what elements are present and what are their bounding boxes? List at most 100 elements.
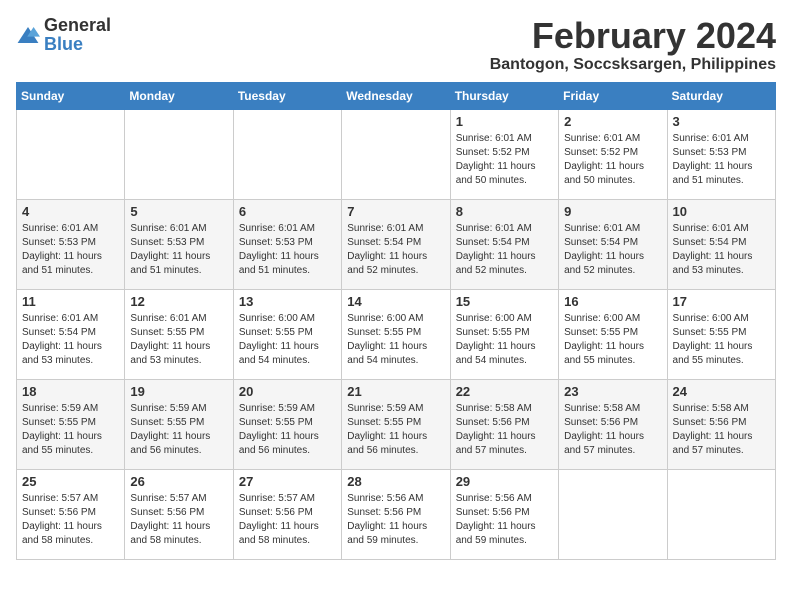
col-saturday: Saturday	[667, 82, 775, 109]
day-info: Sunrise: 6:01 AMSunset: 5:53 PMDaylight:…	[239, 223, 319, 276]
day-number: 17	[673, 294, 770, 309]
col-thursday: Thursday	[450, 82, 558, 109]
day-info: Sunrise: 6:01 AMSunset: 5:54 PMDaylight:…	[22, 313, 102, 366]
table-row: 26 Sunrise: 5:57 AMSunset: 5:56 PMDaylig…	[125, 469, 233, 559]
table-row: 17 Sunrise: 6:00 AMSunset: 5:55 PMDaylig…	[667, 289, 775, 379]
table-row: 14 Sunrise: 6:00 AMSunset: 5:55 PMDaylig…	[342, 289, 450, 379]
day-info: Sunrise: 6:01 AMSunset: 5:54 PMDaylight:…	[564, 223, 644, 276]
day-number: 2	[564, 114, 661, 129]
table-row	[17, 109, 125, 199]
day-info: Sunrise: 5:57 AMSunset: 5:56 PMDaylight:…	[130, 493, 210, 546]
table-row	[342, 109, 450, 199]
day-number: 8	[456, 204, 553, 219]
table-row: 4 Sunrise: 6:01 AMSunset: 5:53 PMDayligh…	[17, 199, 125, 289]
header: General Blue February 2024 Bantogon, Soc…	[16, 16, 776, 74]
day-number: 15	[456, 294, 553, 309]
day-info: Sunrise: 5:59 AMSunset: 5:55 PMDaylight:…	[130, 403, 210, 456]
table-row: 22 Sunrise: 5:58 AMSunset: 5:56 PMDaylig…	[450, 379, 558, 469]
day-info: Sunrise: 6:01 AMSunset: 5:53 PMDaylight:…	[673, 133, 753, 186]
day-info: Sunrise: 6:01 AMSunset: 5:54 PMDaylight:…	[673, 223, 753, 276]
table-row	[233, 109, 341, 199]
calendar-week-0: 1 Sunrise: 6:01 AMSunset: 5:52 PMDayligh…	[17, 109, 776, 199]
day-number: 16	[564, 294, 661, 309]
day-info: Sunrise: 6:01 AMSunset: 5:53 PMDaylight:…	[22, 223, 102, 276]
col-tuesday: Tuesday	[233, 82, 341, 109]
day-info: Sunrise: 6:01 AMSunset: 5:54 PMDaylight:…	[456, 223, 536, 276]
day-number: 7	[347, 204, 444, 219]
day-number: 9	[564, 204, 661, 219]
table-row	[125, 109, 233, 199]
calendar-week-1: 4 Sunrise: 6:01 AMSunset: 5:53 PMDayligh…	[17, 199, 776, 289]
day-number: 18	[22, 384, 119, 399]
day-info: Sunrise: 6:00 AMSunset: 5:55 PMDaylight:…	[347, 313, 427, 366]
table-row: 18 Sunrise: 5:59 AMSunset: 5:55 PMDaylig…	[17, 379, 125, 469]
day-number: 6	[239, 204, 336, 219]
table-row: 25 Sunrise: 5:57 AMSunset: 5:56 PMDaylig…	[17, 469, 125, 559]
day-number: 19	[130, 384, 227, 399]
col-friday: Friday	[559, 82, 667, 109]
day-info: Sunrise: 5:58 AMSunset: 5:56 PMDaylight:…	[456, 403, 536, 456]
calendar-table: Sunday Monday Tuesday Wednesday Thursday…	[16, 82, 776, 560]
logo-blue-text: Blue	[44, 34, 83, 54]
table-row: 6 Sunrise: 6:01 AMSunset: 5:53 PMDayligh…	[233, 199, 341, 289]
table-row: 16 Sunrise: 6:00 AMSunset: 5:55 PMDaylig…	[559, 289, 667, 379]
day-number: 5	[130, 204, 227, 219]
table-row: 8 Sunrise: 6:01 AMSunset: 5:54 PMDayligh…	[450, 199, 558, 289]
table-row: 11 Sunrise: 6:01 AMSunset: 5:54 PMDaylig…	[17, 289, 125, 379]
day-number: 20	[239, 384, 336, 399]
day-info: Sunrise: 6:01 AMSunset: 5:55 PMDaylight:…	[130, 313, 210, 366]
day-info: Sunrise: 6:00 AMSunset: 5:55 PMDaylight:…	[239, 313, 319, 366]
day-info: Sunrise: 5:57 AMSunset: 5:56 PMDaylight:…	[239, 493, 319, 546]
day-info: Sunrise: 5:56 AMSunset: 5:56 PMDaylight:…	[456, 493, 536, 546]
table-row: 2 Sunrise: 6:01 AMSunset: 5:52 PMDayligh…	[559, 109, 667, 199]
calendar-week-3: 18 Sunrise: 5:59 AMSunset: 5:55 PMDaylig…	[17, 379, 776, 469]
calendar-body: 1 Sunrise: 6:01 AMSunset: 5:52 PMDayligh…	[17, 109, 776, 559]
day-info: Sunrise: 5:58 AMSunset: 5:56 PMDaylight:…	[564, 403, 644, 456]
table-row: 9 Sunrise: 6:01 AMSunset: 5:54 PMDayligh…	[559, 199, 667, 289]
col-wednesday: Wednesday	[342, 82, 450, 109]
day-number: 25	[22, 474, 119, 489]
table-row: 10 Sunrise: 6:01 AMSunset: 5:54 PMDaylig…	[667, 199, 775, 289]
table-row	[667, 469, 775, 559]
logo-general-text: General	[44, 15, 111, 35]
day-number: 3	[673, 114, 770, 129]
title-area: February 2024 Bantogon, Soccsksargen, Ph…	[490, 16, 776, 74]
day-number: 26	[130, 474, 227, 489]
table-row	[559, 469, 667, 559]
day-number: 4	[22, 204, 119, 219]
table-row: 21 Sunrise: 5:59 AMSunset: 5:55 PMDaylig…	[342, 379, 450, 469]
table-row: 23 Sunrise: 5:58 AMSunset: 5:56 PMDaylig…	[559, 379, 667, 469]
day-number: 29	[456, 474, 553, 489]
table-row: 27 Sunrise: 5:57 AMSunset: 5:56 PMDaylig…	[233, 469, 341, 559]
table-row: 15 Sunrise: 6:00 AMSunset: 5:55 PMDaylig…	[450, 289, 558, 379]
day-info: Sunrise: 6:01 AMSunset: 5:52 PMDaylight:…	[456, 133, 536, 186]
day-number: 21	[347, 384, 444, 399]
day-info: Sunrise: 5:59 AMSunset: 5:55 PMDaylight:…	[239, 403, 319, 456]
table-row: 5 Sunrise: 6:01 AMSunset: 5:53 PMDayligh…	[125, 199, 233, 289]
day-info: Sunrise: 5:57 AMSunset: 5:56 PMDaylight:…	[22, 493, 102, 546]
table-row: 24 Sunrise: 5:58 AMSunset: 5:56 PMDaylig…	[667, 379, 775, 469]
day-info: Sunrise: 6:01 AMSunset: 5:54 PMDaylight:…	[347, 223, 427, 276]
table-row: 1 Sunrise: 6:01 AMSunset: 5:52 PMDayligh…	[450, 109, 558, 199]
table-row: 13 Sunrise: 6:00 AMSunset: 5:55 PMDaylig…	[233, 289, 341, 379]
day-number: 14	[347, 294, 444, 309]
logo-icon	[16, 25, 40, 45]
col-monday: Monday	[125, 82, 233, 109]
subtitle: Bantogon, Soccsksargen, Philippines	[490, 56, 776, 74]
logo: General Blue	[16, 16, 111, 54]
col-sunday: Sunday	[17, 82, 125, 109]
day-number: 13	[239, 294, 336, 309]
table-row: 7 Sunrise: 6:01 AMSunset: 5:54 PMDayligh…	[342, 199, 450, 289]
calendar-header: Sunday Monday Tuesday Wednesday Thursday…	[17, 82, 776, 109]
day-info: Sunrise: 5:56 AMSunset: 5:56 PMDaylight:…	[347, 493, 427, 546]
day-info: Sunrise: 6:01 AMSunset: 5:53 PMDaylight:…	[130, 223, 210, 276]
day-info: Sunrise: 5:58 AMSunset: 5:56 PMDaylight:…	[673, 403, 753, 456]
table-row: 19 Sunrise: 5:59 AMSunset: 5:55 PMDaylig…	[125, 379, 233, 469]
day-number: 1	[456, 114, 553, 129]
day-number: 23	[564, 384, 661, 399]
header-row: Sunday Monday Tuesday Wednesday Thursday…	[17, 82, 776, 109]
day-number: 22	[456, 384, 553, 399]
calendar-week-4: 25 Sunrise: 5:57 AMSunset: 5:56 PMDaylig…	[17, 469, 776, 559]
day-number: 27	[239, 474, 336, 489]
main-title: February 2024	[490, 16, 776, 56]
